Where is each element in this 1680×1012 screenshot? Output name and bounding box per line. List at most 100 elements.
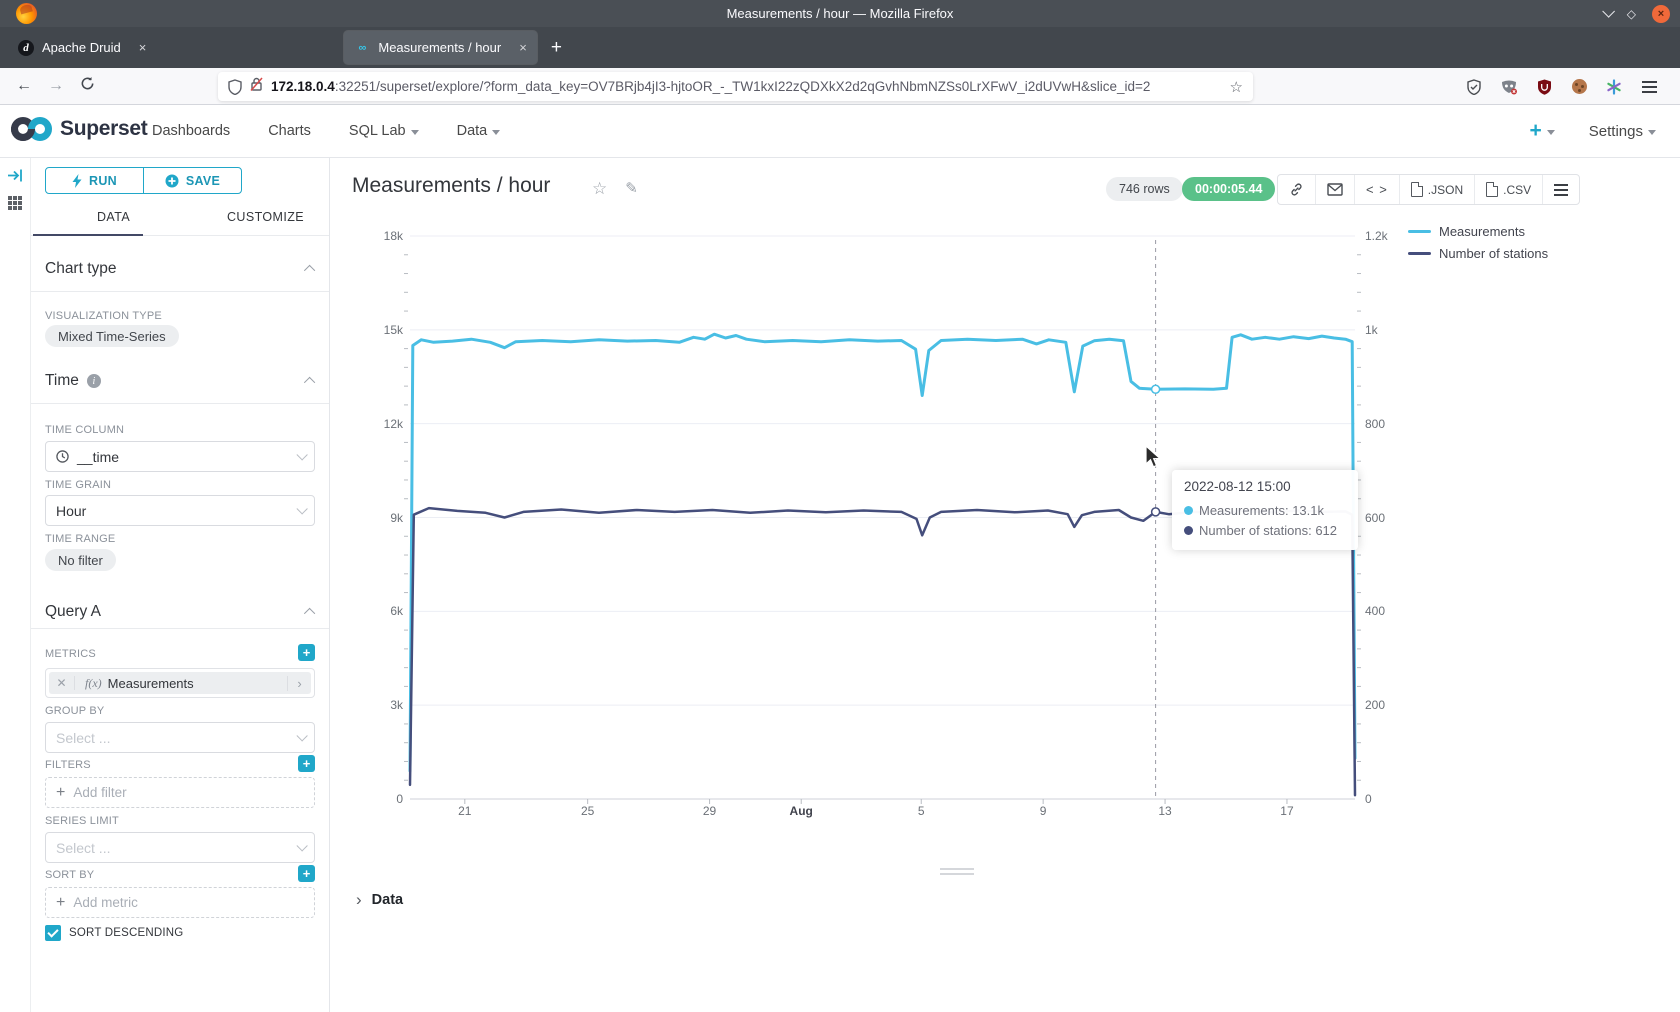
tracking-protection-shield-icon[interactable] (228, 79, 242, 95)
tab-close-icon[interactable]: × (139, 40, 147, 55)
chart-panel: Measurements / hour ☆ ✎ 746 rows 00:00:0… (330, 158, 1680, 1012)
nav-sql-lab[interactable]: SQL Lab (349, 123, 419, 139)
time-column-select[interactable]: __time (45, 441, 315, 472)
chevron-down-icon (296, 730, 307, 741)
metric-chip-container: ✕ f(x) Measurements › (45, 668, 315, 698)
axis-tick-label: Aug (790, 804, 813, 818)
axis-tick-label: 1.2k (1365, 229, 1388, 243)
tab-customize[interactable]: CUSTOMIZE (227, 210, 304, 224)
sort-by-label: SORT BY (45, 869, 94, 881)
panel-resize-handle[interactable] (940, 868, 974, 875)
sort-descending-checkbox[interactable] (45, 925, 61, 941)
chevron-down-icon (296, 840, 307, 851)
extension-cookie-icon[interactable] (1570, 78, 1588, 96)
group-by-select[interactable]: Select ... (45, 722, 315, 753)
chart-tooltip: 2022-08-12 15:00 Measurements: 13.1k Num… (1172, 470, 1358, 550)
insecure-lock-icon[interactable] (250, 76, 263, 97)
remove-metric-icon[interactable]: ✕ (49, 676, 75, 690)
nav-data[interactable]: Data (457, 123, 501, 139)
window-title: Measurements / hour — Mozilla Firefox (0, 6, 1680, 21)
axis-tick-label: 0 (1365, 792, 1372, 806)
viz-type-value[interactable]: Mixed Time-Series (45, 325, 179, 347)
metric-chip[interactable]: ✕ f(x) Measurements › (49, 672, 311, 694)
chevron-up-icon (304, 377, 315, 388)
add-metric-button[interactable]: + (298, 644, 315, 661)
axis-tick-label: 17 (1280, 804, 1293, 818)
bookmark-star-icon[interactable]: ☆ (1230, 78, 1243, 96)
axis-tick-label: 200 (1365, 698, 1385, 712)
axis-tick-label: 800 (1365, 417, 1385, 431)
time-grain-label: TIME GRAIN (45, 479, 111, 491)
window-titlebar: Measurements / hour — Mozilla Firefox ◇ … (0, 0, 1680, 27)
tab-measurements-hour[interactable]: ∞ Measurements / hour × (344, 31, 536, 64)
plus-circle-icon (165, 174, 179, 188)
chevron-up-icon (304, 265, 315, 276)
info-icon: i (87, 374, 101, 388)
axis-tick-label: 12k (330, 417, 403, 431)
add-filter-dropzone[interactable]: +Add filter (45, 777, 315, 808)
settings-menu[interactable]: Settings (1589, 123, 1656, 140)
druid-favicon: d (18, 40, 34, 56)
series-limit-select[interactable]: Select ... (45, 832, 315, 863)
tab-label: Apache Druid (42, 40, 121, 55)
browser-tab-strip: d Apache Druid × ∞ Measurements / hour ×… (0, 27, 1680, 68)
reload-button[interactable] (80, 76, 95, 96)
url-bar[interactable]: 172.18.0.4:32251/superset/explore/?form_… (218, 72, 1253, 101)
axis-tick-label: 3k (330, 698, 403, 712)
section-query-a[interactable]: Query A (45, 603, 315, 621)
run-save-group: RUN SAVE (45, 167, 242, 194)
forward-button[interactable]: → (48, 77, 64, 95)
window-maximize-icon[interactable]: ◇ (1627, 8, 1636, 20)
back-button[interactable]: ← (16, 77, 32, 95)
axis-tick-label: 600 (1365, 511, 1385, 525)
time-range-value[interactable]: No filter (45, 549, 116, 571)
extension-asterisk-icon[interactable] (1605, 78, 1623, 96)
mouse-cursor (1145, 445, 1162, 474)
add-filter-button[interactable]: + (298, 755, 315, 772)
active-tab-underline (33, 234, 143, 237)
sort-descending-row: SORT DESCENDING (45, 925, 183, 941)
explore-control-panel: RUN SAVE DATA CUSTOMIZE Chart type VISUA… (30, 158, 330, 1012)
tab-close-icon[interactable]: × (519, 40, 527, 55)
run-button[interactable]: RUN (46, 168, 143, 193)
section-chart-type[interactable]: Chart type (45, 260, 315, 278)
axis-tick-label: 6k (330, 604, 403, 618)
chevron-down-icon (1547, 130, 1555, 135)
metric-name: Measurements (108, 676, 194, 691)
data-results-collapse[interactable]: › Data (356, 890, 403, 910)
window-minimize-icon[interactable] (1602, 5, 1615, 18)
superset-favicon: ∞ (354, 40, 370, 56)
chevron-down-icon (492, 130, 500, 135)
window-close-button[interactable]: × (1652, 5, 1670, 23)
axis-tick-label: 9k (330, 511, 403, 525)
axis-tick-label: 29 (703, 804, 716, 818)
nav-dashboards[interactable]: Dashboards (152, 123, 230, 139)
collapsed-dataset-strip (0, 158, 30, 1012)
expand-panel-icon[interactable] (7, 168, 23, 188)
tab-apache-druid[interactable]: d Apache Druid × (8, 31, 156, 64)
datasource-grid-icon[interactable] (7, 195, 23, 216)
browser-toolbar: ← → 172.18.0.4:32251/superset/explore/?f… (0, 68, 1680, 105)
browser-menu-icon[interactable] (1640, 78, 1658, 96)
add-new-button[interactable]: + (1530, 119, 1555, 143)
time-grain-select[interactable]: Hour (45, 495, 315, 526)
add-sort-metric-dropzone[interactable]: +Add metric (45, 887, 315, 918)
expand-metric-icon[interactable]: › (287, 676, 311, 691)
nav-charts[interactable]: Charts (268, 123, 311, 139)
extension-ublock-icon[interactable] (1535, 78, 1553, 96)
clock-icon (56, 450, 69, 463)
tab-label: Measurements / hour (378, 40, 501, 55)
new-tab-button[interactable]: + (551, 37, 562, 59)
extension-shield-check-icon[interactable] (1465, 78, 1483, 96)
save-button[interactable]: SAVE (143, 168, 241, 193)
panel-tabs: DATA CUSTOMIZE (31, 202, 329, 236)
url-text[interactable]: 172.18.0.4:32251/superset/explore/?form_… (271, 79, 1222, 94)
timeseries-chart[interactable] (330, 158, 1680, 858)
extension-mask-icon[interactable] (1500, 78, 1518, 96)
axis-tick-label: 25 (581, 804, 594, 818)
axis-tick-label: 15k (330, 323, 403, 337)
superset-logo[interactable]: Superset (10, 115, 147, 143)
tab-data[interactable]: DATA (97, 210, 130, 224)
add-sort-metric-button[interactable]: + (298, 865, 315, 882)
section-time[interactable]: Time i (45, 372, 315, 390)
